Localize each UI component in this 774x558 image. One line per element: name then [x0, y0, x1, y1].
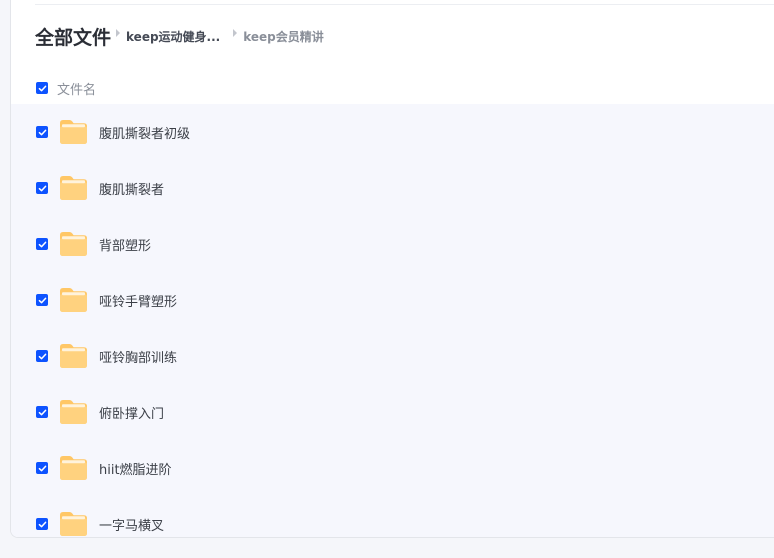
- caret-right-icon: [233, 29, 238, 37]
- list-item[interactable]: 背部塑形: [11, 216, 774, 272]
- checkbox-checked-icon: [38, 353, 46, 359]
- row-checkbox[interactable]: [36, 518, 48, 530]
- breadcrumb: 全部文件 keep运动健身... keep会员精讲: [35, 22, 324, 50]
- file-name[interactable]: 腹肌撕裂者初级: [99, 123, 190, 142]
- folder-icon: [59, 511, 88, 537]
- checkbox-checked-icon: [38, 241, 46, 247]
- checkbox-checked-icon: [38, 129, 46, 135]
- checkbox-checked-icon: [38, 85, 46, 91]
- column-header-name[interactable]: 文件名: [57, 79, 96, 98]
- row-checkbox[interactable]: [36, 238, 48, 250]
- folder-icon: [59, 175, 88, 201]
- select-all-checkbox[interactable]: [36, 82, 48, 94]
- checkbox-checked-icon: [38, 521, 46, 527]
- file-name[interactable]: 俯卧撑入门: [99, 403, 164, 422]
- file-name[interactable]: 哑铃手臂塑形: [99, 291, 177, 310]
- checkbox-checked-icon: [38, 465, 46, 471]
- folder-icon: [59, 399, 88, 425]
- file-name[interactable]: 哑铃胸部训练: [99, 347, 177, 366]
- file-list: 腹肌撕裂者初级 腹肌撕裂者 背部塑形 哑铃手臂塑形 哑铃胸部训练 俯卧撑入门 h…: [11, 104, 774, 537]
- list-item[interactable]: 哑铃手臂塑形: [11, 272, 774, 328]
- breadcrumb-item-parent[interactable]: keep运动健身...: [126, 28, 220, 45]
- top-divider: [35, 4, 774, 5]
- row-checkbox[interactable]: [36, 350, 48, 362]
- file-name[interactable]: 腹肌撕裂者: [99, 179, 164, 198]
- caret-right-icon: [116, 29, 121, 37]
- list-item[interactable]: 一字马横叉: [11, 496, 774, 537]
- list-item[interactable]: 俯卧撑入门: [11, 384, 774, 440]
- folder-icon: [59, 231, 88, 257]
- folder-icon: [59, 287, 88, 313]
- list-item[interactable]: hiit燃脂进阶: [11, 440, 774, 496]
- checkbox-checked-icon: [38, 185, 46, 191]
- list-item[interactable]: 哑铃胸部训练: [11, 328, 774, 384]
- list-item[interactable]: 腹肌撕裂者: [11, 160, 774, 216]
- checkbox-checked-icon: [38, 297, 46, 303]
- breadcrumb-root-all-files[interactable]: 全部文件: [35, 23, 111, 50]
- breadcrumb-item-current: keep会员精讲: [243, 29, 324, 44]
- row-checkbox[interactable]: [36, 406, 48, 418]
- checkbox-checked-icon: [38, 409, 46, 415]
- file-name[interactable]: 背部塑形: [99, 235, 151, 254]
- file-name[interactable]: hiit燃脂进阶: [99, 459, 172, 478]
- row-checkbox[interactable]: [36, 294, 48, 306]
- file-name[interactable]: 一字马横叉: [99, 515, 164, 534]
- row-checkbox[interactable]: [36, 182, 48, 194]
- folder-icon: [59, 455, 88, 481]
- file-panel: 全部文件 keep运动健身... keep会员精讲 文件名 腹肌撕裂者初级 腹肌…: [10, 0, 774, 538]
- list-header: 文件名: [11, 72, 774, 104]
- folder-icon: [59, 343, 88, 369]
- folder-icon: [59, 119, 88, 145]
- row-checkbox[interactable]: [36, 462, 48, 474]
- list-item[interactable]: 腹肌撕裂者初级: [11, 104, 774, 160]
- row-checkbox[interactable]: [36, 126, 48, 138]
